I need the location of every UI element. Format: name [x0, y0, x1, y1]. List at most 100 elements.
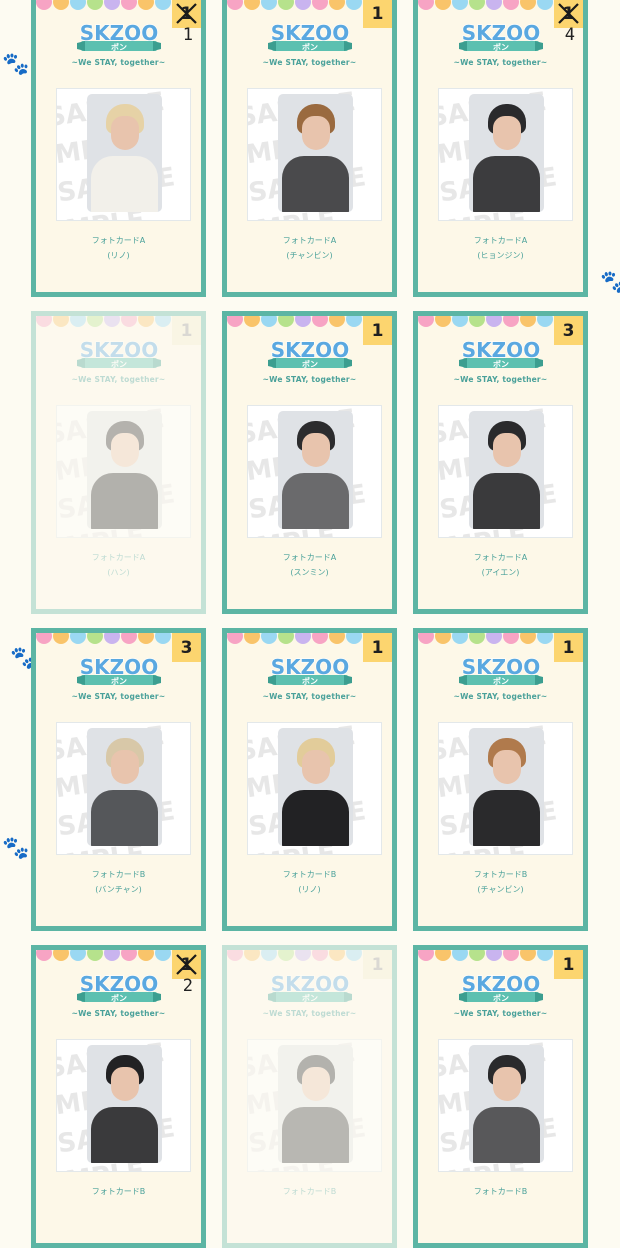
- count-badge: 3: [172, 633, 201, 662]
- scallop-dot: [53, 633, 69, 644]
- handwritten-note: 2: [182, 976, 193, 996]
- paw-decoration-icon: 🐾: [2, 52, 30, 77]
- card-type-label: フォトカードA: [91, 236, 146, 245]
- skzoo-logo-icon: SKZOO ポン: [76, 971, 161, 1003]
- card-type-label: フォトカードA: [91, 553, 146, 562]
- card-member-label: (ヒョンジン): [477, 251, 524, 260]
- scallop-dot: [36, 0, 52, 10]
- handwritten-note: 4: [564, 25, 575, 45]
- card-caption: フォトカードA (アイエン): [418, 550, 583, 580]
- photocard-item-10[interactable]: SKZOO ポン ~We STAY, together~ SAMPLESAMPL…: [31, 945, 206, 1248]
- scallop-dot: [503, 0, 519, 10]
- count-badge: 1: [363, 633, 392, 662]
- skzoo-logo-icon: SKZOO ポン: [458, 337, 543, 369]
- svg-text:ポン: ポン: [111, 676, 127, 686]
- tagline: ~We STAY, together~: [453, 375, 548, 384]
- card-member-label: (バンチャン): [95, 885, 142, 894]
- scallop-dot: [36, 950, 52, 961]
- skzoo-logo-icon: SKZOO ポン: [458, 971, 543, 1003]
- svg-text:ポン: ポン: [302, 993, 318, 1003]
- skzoo-logo-icon: SKZOO ポン: [267, 337, 352, 369]
- scallop-dot: [435, 316, 451, 327]
- member-photo: [469, 1045, 544, 1163]
- photocard-item-4[interactable]: SKZOO ポン ~We STAY, together~ SAMPLESAMPL…: [31, 311, 206, 614]
- scallop-dot: [261, 633, 277, 644]
- count-badge: 1: [172, 316, 201, 345]
- photo-frame: SAMPLESAMPLESAMPLESAMPLE: [438, 88, 573, 221]
- photo-frame: SAMPLESAMPLESAMPLESAMPLE: [247, 1039, 382, 1172]
- scallop-dot: [469, 633, 485, 644]
- card-type-label: フォトカードB: [282, 870, 337, 879]
- scallop-dot: [469, 0, 485, 10]
- scallop-dot: [452, 950, 468, 961]
- photocard-item-11[interactable]: SKZOO ポン ~We STAY, together~ SAMPLESAMPL…: [222, 945, 397, 1248]
- photo-outfit: [282, 1107, 349, 1163]
- scallop-dot: [227, 633, 243, 644]
- tagline: ~We STAY, together~: [71, 692, 166, 701]
- scallop-dot: [121, 633, 137, 644]
- scallop-dot: [261, 0, 277, 10]
- tagline: ~We STAY, together~: [262, 375, 357, 384]
- photo-outfit: [282, 156, 349, 212]
- photocard-item-6[interactable]: SKZOO ポン ~We STAY, together~ SAMPLESAMPL…: [413, 311, 588, 614]
- scallop-dot: [278, 950, 294, 961]
- scallop-dot: [53, 950, 69, 961]
- scallop-dot: [244, 633, 260, 644]
- skzoo-logo-icon: SKZOO ポン: [267, 971, 352, 1003]
- tagline: ~We STAY, together~: [262, 58, 357, 67]
- scallop-dot: [418, 316, 434, 327]
- scallop-dot: [312, 633, 328, 644]
- scallop-dot: [121, 0, 137, 10]
- svg-text:ポン: ポン: [111, 42, 127, 52]
- photocard-item-1[interactable]: SKZOO ポン ~We STAY, together~ SAMPLESAMPL…: [31, 0, 206, 297]
- scallop-dot: [486, 0, 502, 10]
- scallop-dot: [104, 633, 120, 644]
- scallop-dot: [537, 950, 553, 961]
- scallop-dot: [70, 633, 86, 644]
- photocard-item-8[interactable]: SKZOO ポン ~We STAY, together~ SAMPLESAMPL…: [222, 628, 397, 931]
- count-badge: 1: [363, 950, 392, 979]
- photocard-item-5[interactable]: SKZOO ポン ~We STAY, together~ SAMPLESAMPL…: [222, 311, 397, 614]
- member-photo: [87, 1045, 162, 1163]
- tagline: ~We STAY, together~: [71, 1009, 166, 1018]
- skzoo-logo-icon: SKZOO ポン: [76, 337, 161, 369]
- paw-decoration-icon: 🐾: [2, 836, 30, 861]
- scallop-dot: [295, 0, 311, 10]
- photo-frame: SAMPLESAMPLESAMPLESAMPLE: [56, 722, 191, 855]
- card-member-label: (チャンビン): [477, 885, 524, 894]
- scallop-dot: [486, 316, 502, 327]
- scallop-dot: [261, 950, 277, 961]
- scallop-dot: [486, 950, 502, 961]
- photo-outfit: [282, 790, 349, 846]
- card-caption: フォトカードB: [227, 1184, 392, 1199]
- photocard-item-12[interactable]: SKZOO ポン ~We STAY, together~ SAMPLESAMPL…: [413, 945, 588, 1248]
- photocard-item-2[interactable]: SKZOO ポン ~We STAY, together~ SAMPLESAMPL…: [222, 0, 397, 297]
- member-photo: [87, 728, 162, 846]
- scallop-dot: [503, 633, 519, 644]
- card-caption: フォトカードA (リノ): [36, 233, 201, 263]
- count-value: 1: [371, 3, 384, 24]
- tagline: ~We STAY, together~: [262, 692, 357, 701]
- svg-text:SKZOO: SKZOO: [79, 655, 157, 679]
- photocard-item-9[interactable]: SKZOO ポン ~We STAY, together~ SAMPLESAMPL…: [413, 628, 588, 931]
- photo-face: [493, 750, 521, 784]
- scallop-dot: [295, 950, 311, 961]
- scallop-dot: [520, 0, 536, 10]
- scallop-dot: [469, 950, 485, 961]
- svg-text:SKZOO: SKZOO: [461, 338, 539, 362]
- card-type-label: フォトカードA: [282, 236, 337, 245]
- photo-outfit: [91, 790, 158, 846]
- svg-text:ポン: ポン: [111, 993, 127, 1003]
- photo-frame: SAMPLESAMPLESAMPLESAMPLE: [56, 405, 191, 538]
- scallop-dot: [503, 316, 519, 327]
- svg-text:SKZOO: SKZOO: [461, 972, 539, 996]
- tagline: ~We STAY, together~: [453, 692, 548, 701]
- scallop-dot: [452, 316, 468, 327]
- card-member-label: (ハン): [107, 568, 130, 577]
- photocard-item-7[interactable]: SKZOO ポン ~We STAY, together~ SAMPLESAMPL…: [31, 628, 206, 931]
- scallop-dot: [121, 316, 137, 327]
- cross-out-mark-icon: [558, 3, 579, 24]
- card-type-label: フォトカードB: [473, 870, 528, 879]
- count-value: 3: [180, 637, 193, 658]
- photocard-item-3[interactable]: SKZOO ポン ~We STAY, together~ SAMPLESAMPL…: [413, 0, 588, 297]
